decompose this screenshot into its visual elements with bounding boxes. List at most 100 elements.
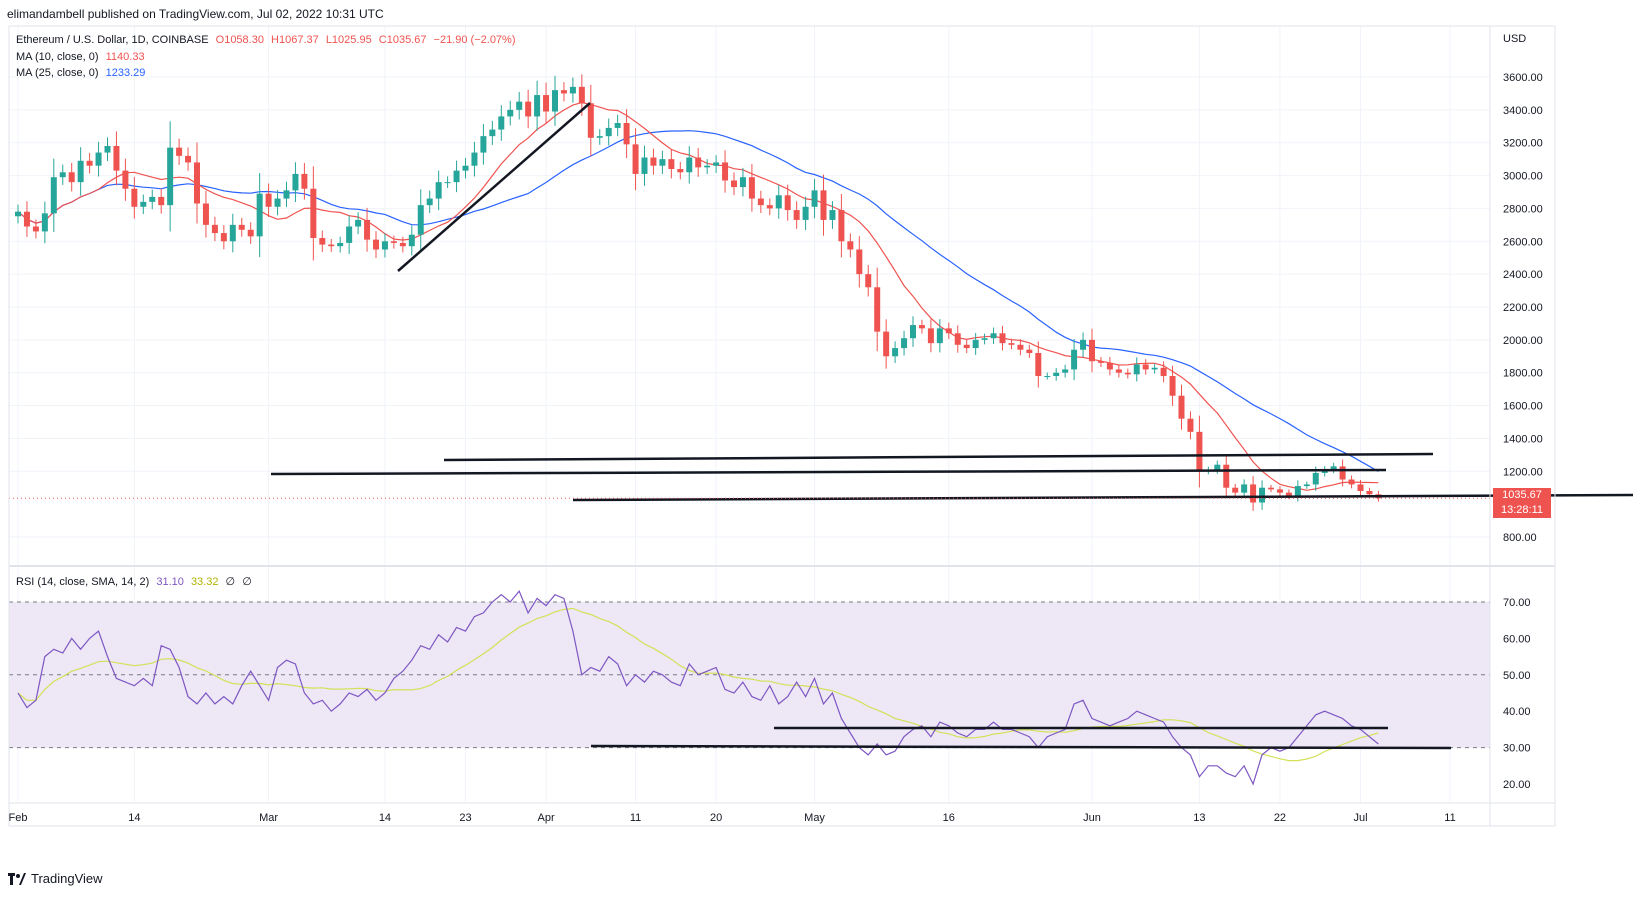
candle-body xyxy=(489,129,496,137)
candle-body xyxy=(641,157,648,174)
candle xyxy=(202,190,209,238)
candle xyxy=(990,327,997,344)
candle-body xyxy=(1026,349,1033,353)
rsi-legend: RSI (14, close, SMA, 14, 2) 31.10 33.32 … xyxy=(16,575,256,588)
candle xyxy=(739,167,746,197)
candle-body xyxy=(901,338,908,349)
candle xyxy=(614,114,621,137)
candle-body xyxy=(1035,353,1042,376)
candle-body xyxy=(954,333,961,345)
candle xyxy=(516,91,523,120)
candle-body xyxy=(784,195,791,211)
candle-body xyxy=(847,241,854,250)
candles xyxy=(15,74,1382,511)
candle xyxy=(865,264,872,297)
candle-body xyxy=(766,205,773,209)
candle xyxy=(1053,368,1060,381)
candle-body xyxy=(704,165,711,168)
candle-body xyxy=(605,127,612,137)
candle xyxy=(945,322,952,340)
candle-body xyxy=(1044,376,1051,377)
candle-body xyxy=(963,344,970,349)
time-tick-label: Jul xyxy=(1353,812,1367,824)
ma10-label: MA (10, close, 0) xyxy=(16,51,99,63)
time-tick-label: May xyxy=(804,812,825,824)
candle-body xyxy=(793,210,800,220)
candle-body xyxy=(525,101,532,117)
candle-body xyxy=(247,229,254,237)
bar-countdown: 13:28:11 xyxy=(1500,504,1543,516)
candle xyxy=(999,325,1006,351)
time-tick-label: 13 xyxy=(1193,812,1205,824)
candle xyxy=(1080,332,1087,358)
candle-body xyxy=(1124,372,1131,375)
candle xyxy=(113,131,120,186)
candle xyxy=(668,149,675,179)
candle-body xyxy=(623,123,630,145)
time-tick-label: 23 xyxy=(459,812,471,824)
candle-body xyxy=(1276,489,1283,493)
candle xyxy=(686,146,693,184)
candle xyxy=(1187,411,1194,440)
candle xyxy=(265,183,272,217)
candle-body xyxy=(578,86,585,104)
candle-body xyxy=(695,157,702,168)
candle xyxy=(1178,384,1185,430)
candle xyxy=(1133,357,1140,382)
price-tick-label: 1200.00 xyxy=(1503,466,1543,478)
candle-body xyxy=(256,193,263,237)
candle-body xyxy=(471,152,478,166)
candle-body xyxy=(274,198,281,207)
time-tick-label: Feb xyxy=(9,812,28,824)
candle-body xyxy=(498,116,505,130)
ma25-legend: MA (25, close, 0) 1233.29 xyxy=(16,67,149,79)
candle-body xyxy=(731,180,737,188)
candle xyxy=(713,155,720,173)
candle xyxy=(15,204,21,224)
time-tick-label: 22 xyxy=(1274,812,1286,824)
candle xyxy=(1017,339,1024,356)
candle-body xyxy=(229,224,236,242)
candle xyxy=(471,141,478,177)
price-tick-label: 2800.00 xyxy=(1503,203,1543,215)
candle-body xyxy=(659,159,666,166)
candle xyxy=(587,84,594,157)
candle xyxy=(847,233,854,258)
candle-body xyxy=(211,224,218,234)
candle xyxy=(1071,338,1078,381)
candle xyxy=(766,198,773,216)
candle xyxy=(41,201,48,244)
ohlc-high: H1067.37 xyxy=(271,34,319,46)
candle xyxy=(1026,344,1033,358)
tradingview-logo[interactable]: TradingView xyxy=(8,871,103,886)
candle xyxy=(1044,372,1051,380)
candle-body xyxy=(1178,395,1185,419)
candle xyxy=(811,178,818,219)
candle-body xyxy=(820,190,827,220)
candle-body xyxy=(1259,487,1266,503)
chart-canvas[interactable]: USD 3600.00 3400.00 3200.00 3000.00 2800.00 26… xyxy=(0,0,1633,901)
candle-body xyxy=(480,136,487,153)
candle-body xyxy=(1115,369,1122,373)
candle xyxy=(775,185,782,219)
candle-body xyxy=(596,136,603,138)
candle xyxy=(927,319,934,353)
price-tick-label: 2400.00 xyxy=(1503,269,1543,281)
candle-body xyxy=(865,274,872,288)
candle xyxy=(426,190,433,214)
candle-body xyxy=(927,328,934,344)
rsi-tick-label: 60.00 xyxy=(1503,633,1531,645)
candle xyxy=(569,77,576,103)
price-tick-label: 1400.00 xyxy=(1503,433,1543,445)
candle-body xyxy=(560,90,567,94)
candle xyxy=(972,333,979,355)
candle xyxy=(838,194,845,258)
currency-label: USD xyxy=(1503,33,1526,45)
candle-body xyxy=(1250,484,1257,503)
candle xyxy=(256,172,263,258)
candle-body xyxy=(543,95,550,112)
trendline xyxy=(572,493,1633,502)
time-axis: Feb 14 Mar 14 23 Apr 11 20 May 16 Jun 13 22 Jul 11 xyxy=(9,812,1456,824)
rsi-value: 31.10 xyxy=(156,576,184,588)
candle xyxy=(149,189,156,210)
